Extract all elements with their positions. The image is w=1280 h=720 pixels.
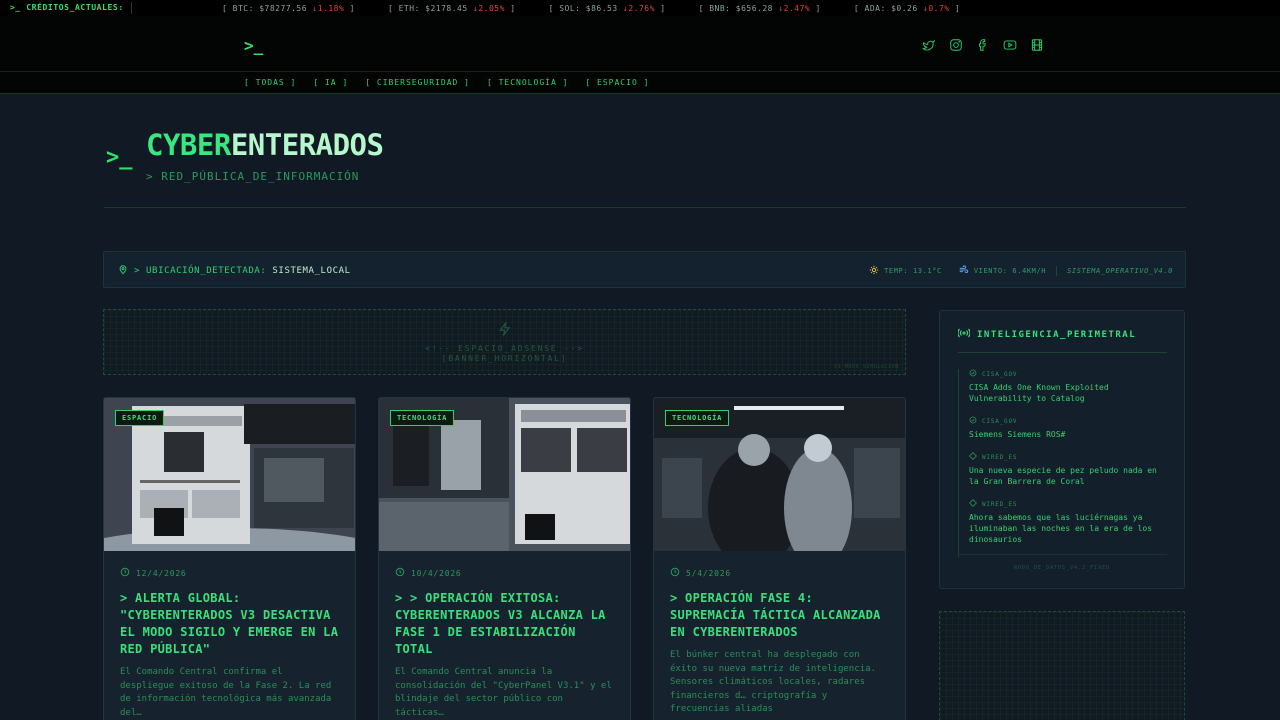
- wind-icon: [958, 265, 969, 277]
- nav-ia[interactable]: [ IA ]: [313, 78, 348, 87]
- nav-todas[interactable]: [ TODAS ]: [244, 78, 296, 87]
- ticker-coin-eth: [ ETH: $2178.45 ↓2.05% ]: [387, 3, 516, 13]
- article-excerpt: El Comando Central anuncia la consolidac…: [395, 667, 612, 718]
- intel-item[interactable]: WIRED_ES Ahora sabemos que las luciérnag…: [959, 499, 1168, 545]
- article-image[interactable]: TECNOLOGÍA: [654, 398, 905, 551]
- article-headline[interactable]: > OPERACIÓN FASE 4: SUPREMACÍA TÁCTICA A…: [670, 590, 892, 641]
- shield-check-icon: [969, 416, 977, 426]
- article-date: 5/4/2026: [670, 567, 731, 579]
- ticker-coin-ada: [ ADA: $0.26 ↓0.7% ]: [853, 3, 961, 13]
- terminal-prompt-icon: >_: [106, 145, 133, 170]
- intel-source: CISA_GOV: [969, 416, 1168, 426]
- instagram-icon[interactable]: [949, 37, 963, 51]
- intel-feed: CISA_GOV CISA Adds One Known Exploited V…: [958, 369, 1168, 557]
- lightning-icon: [498, 320, 512, 340]
- article-card[interactable]: TECNOLOGÍA 10/4/2026 > > OPERACIÓN EXITO…: [378, 397, 631, 720]
- film-icon[interactable]: [1030, 37, 1044, 51]
- hero-banner: >_ CYBERENTERADOS > RED_PÚBLICA_DE_INFOR…: [104, 124, 1186, 208]
- wind-readout: VIENTO: 6.4KM/H: [973, 267, 1047, 275]
- article-excerpt: El búnker central ha desplegado con éxit…: [670, 650, 876, 714]
- category-tag[interactable]: TECNOLOGÍA: [665, 410, 730, 426]
- site-header: >_: [0, 16, 1280, 72]
- article-card[interactable]: ESPACIO 12/4/2026 > ALERTA GLOBAL: "CYBE…: [103, 397, 356, 720]
- ad-placeholder-label: <!-- ESPACIO_ADSENSE -->: [425, 344, 584, 353]
- intel-text[interactable]: Siemens Siemens ROS#: [969, 429, 1168, 440]
- intel-item[interactable]: CISA_GOV Siemens Siemens ROS#: [959, 416, 1168, 440]
- temperature-readout: TEMP: 13.1°C: [884, 267, 942, 275]
- diamond-icon: [969, 499, 977, 509]
- environment-readouts: TEMP: 13.1°C VIENTO: 6.4KM/H SISTEMA_OPE…: [869, 265, 1173, 277]
- site-logo[interactable]: >_: [244, 36, 263, 55]
- youtube-icon[interactable]: [1003, 37, 1017, 51]
- twitter-icon[interactable]: [922, 37, 936, 51]
- article-card[interactable]: TECNOLOGÍA 5/4/2026 > OPERACIÓN FASE 4: …: [653, 397, 906, 720]
- location-detected: > UBICACIÓN_DETECTADA: SISTEMA_LOCAL: [118, 264, 351, 278]
- nav-espacio[interactable]: [ ESPACIO ]: [585, 78, 649, 87]
- intel-footer: NODO_DE_DATOS_V4.2_FIXED: [1013, 565, 1111, 571]
- shield-check-icon: [969, 369, 977, 379]
- intel-panel: INTELIGENCIA_PERIMETRAL CISA_GOV CISA Ad…: [939, 310, 1185, 589]
- article-image[interactable]: TECNOLOGÍA: [379, 398, 630, 551]
- credits-label: >_ CRÉDITOS_ACTUALES:: [0, 2, 132, 14]
- intel-item[interactable]: CISA_GOV CISA Adds One Known Exploited V…: [959, 369, 1168, 404]
- ticker-coin-sol: [ SOL: $86.53 ↓2.76% ]: [548, 3, 666, 13]
- article-headline[interactable]: > > OPERACIÓN EXITOSA: CYBERENTERADOS V3…: [395, 590, 617, 658]
- facebook-icon[interactable]: [976, 37, 990, 51]
- sun-icon: [869, 265, 879, 277]
- clock-icon: [120, 567, 130, 579]
- article-excerpt: El Comando Central confirma el despliegu…: [120, 667, 332, 718]
- site-title: CYBERENTERADOS: [146, 128, 384, 162]
- intel-header: INTELIGENCIA_PERIMETRAL: [957, 328, 1136, 341]
- intel-text[interactable]: Ahora sabemos que las luciérnagas ya ilu…: [969, 512, 1168, 545]
- divider: [1056, 266, 1058, 276]
- article-date: 12/4/2026: [120, 567, 187, 579]
- ad-banner-placeholder: <!-- ESPACIO_ADSENSE --> [BANNER_HORIZON…: [103, 309, 906, 375]
- map-pin-icon: [118, 264, 128, 278]
- nav-ciberseguridad[interactable]: [ CIBERSEGURIDAD ]: [365, 78, 470, 87]
- ticker-coin-btc: [ BTC: $78277.56 ↓1.18% ]: [222, 3, 355, 13]
- site-subtitle: > RED_PÚBLICA_DE_INFORMACIÓN: [146, 170, 360, 183]
- ad-placeholder-type: [BANNER_HORIZONTAL]: [441, 354, 568, 363]
- category-nav: [ TODAS ] [ IA ] [ CIBERSEGURIDAD ] [ TE…: [0, 72, 1280, 94]
- divider: [958, 352, 1167, 353]
- simulation-mode-label: V3_MODO_SIMULACIÓN: [834, 364, 899, 370]
- ticker-coins: [ BTC: $78277.56 ↓1.18% ] [ ETH: $2178.4…: [222, 4, 993, 13]
- sidebar-ad-placeholder: [939, 611, 1185, 720]
- diamond-icon: [969, 452, 977, 462]
- intel-item[interactable]: WIRED_ES Una nueva especie de pez peludo…: [959, 452, 1168, 487]
- broadcast-icon: [957, 328, 971, 341]
- os-version: SISTEMA_OPERATIVO_V4.0: [1067, 267, 1173, 275]
- divider: [958, 554, 1167, 555]
- location-value: SISTEMA_LOCAL: [272, 266, 351, 276]
- intel-source: WIRED_ES: [969, 452, 1168, 462]
- intel-text[interactable]: CISA Adds One Known Exploited Vulnerabil…: [969, 382, 1168, 404]
- crypto-ticker: >_ CRÉDITOS_ACTUALES: [ BTC: $78277.56 ↓…: [0, 0, 1280, 16]
- article-image[interactable]: ESPACIO: [104, 398, 355, 551]
- article-date: 10/4/2026: [395, 567, 462, 579]
- clock-icon: [670, 567, 680, 579]
- nav-tecnologia[interactable]: [ TECNOLOGÍA ]: [487, 78, 568, 87]
- intel-source: CISA_GOV: [969, 369, 1168, 379]
- category-tag[interactable]: ESPACIO: [115, 410, 165, 426]
- social-links: [922, 37, 1044, 51]
- intel-text[interactable]: Una nueva especie de pez peludo nada en …: [969, 465, 1168, 487]
- category-tag[interactable]: TECNOLOGÍA: [390, 410, 455, 426]
- intel-source: WIRED_ES: [969, 499, 1168, 509]
- article-headline[interactable]: > ALERTA GLOBAL: "CYBERENTERADOS V3 DESA…: [120, 590, 342, 658]
- ticker-coin-bnb: [ BNB: $656.28 ↓2.47% ]: [698, 3, 821, 13]
- clock-icon: [395, 567, 405, 579]
- location-bar: > UBICACIÓN_DETECTADA: SISTEMA_LOCAL TEM…: [103, 251, 1186, 288]
